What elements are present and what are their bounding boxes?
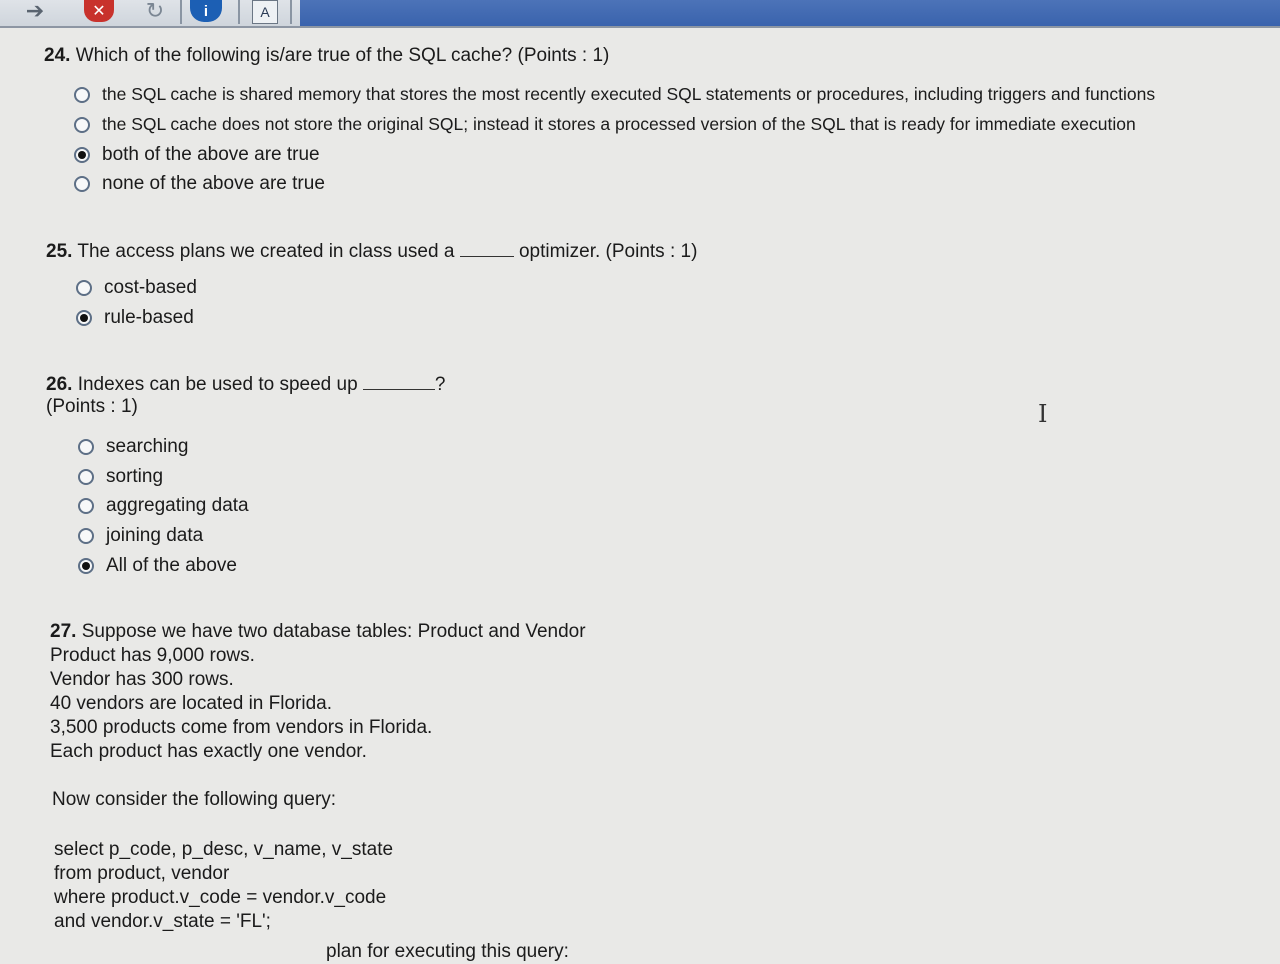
q26-option-1[interactable]: searching [78, 436, 188, 458]
browser-toolbar: ➔ ✕ ↻ i A [0, 0, 1280, 28]
option-label: joining data [106, 525, 204, 546]
option-label: rule-based [104, 307, 194, 328]
option-label: the SQL cache is shared memory that stor… [102, 84, 1156, 104]
toolbar-divider [238, 0, 240, 24]
question-prompt-end: optimizer. (Points : 1) [518, 241, 698, 262]
q24-option-1[interactable]: the SQL cache is shared memory that stor… [74, 84, 1155, 105]
question-line: Suppose we have two database tables: Pro… [81, 621, 586, 642]
option-label: aggregating data [106, 495, 249, 516]
sql-query-line: where product.v_code = vendor.v_code [54, 887, 387, 908]
option-label: cost-based [104, 277, 197, 298]
toolbar-divider [290, 0, 292, 24]
answer-blank [362, 371, 435, 390]
radio-button[interactable] [74, 116, 90, 133]
radio-button[interactable] [76, 280, 92, 296]
consider-query-text: Now consider the following query: [52, 789, 337, 810]
q25-option-1[interactable]: cost-based [76, 277, 197, 299]
question-line: Vendor has 300 rows. [50, 669, 234, 690]
question-number: 27. [50, 621, 77, 642]
radio-button[interactable] [74, 176, 90, 192]
question-number: 25. [46, 241, 73, 262]
question-prompt: Which of the following is/are true of th… [75, 45, 610, 66]
partially-visible-line: plan for executing this query: [326, 941, 569, 962]
question-26-points: (Points : 1) [46, 396, 138, 417]
option-label: none of the above are true [102, 173, 325, 194]
arrow-icon[interactable]: ➔ [0, 0, 70, 23]
option-label: All of the above [106, 555, 237, 576]
option-label: the SQL cache does not store the origina… [102, 114, 1136, 134]
q24-option-2[interactable]: the SQL cache does not store the origina… [74, 114, 1136, 135]
question-line: Product has 9,000 rows. [50, 645, 255, 666]
radio-button[interactable] [78, 528, 94, 544]
question-prompt-end: ? [434, 374, 446, 395]
radio-button-selected[interactable] [76, 310, 92, 326]
q26-option-5[interactable]: All of the above [78, 555, 237, 577]
option-label: sorting [106, 466, 164, 487]
question-line: Each product has exactly one vendor. [50, 741, 367, 762]
question-24-text: 24. Which of the following is/are true o… [44, 44, 609, 68]
radio-button[interactable] [78, 439, 94, 455]
q24-option-3[interactable]: both of the above are true [74, 144, 320, 166]
refresh-icon[interactable]: ↻ [138, 0, 172, 23]
info-icon[interactable]: i [190, 0, 222, 22]
radio-button[interactable] [74, 86, 90, 103]
answer-blank [459, 238, 514, 257]
question-line: 3,500 products come from vendors in Flor… [50, 717, 433, 738]
question-25-text: 25. The access plans we created in class… [46, 238, 697, 264]
question-prompt-start: Indexes can be used to speed up [77, 374, 358, 395]
radio-button-selected[interactable] [78, 558, 94, 574]
q25-option-2[interactable]: rule-based [76, 307, 194, 329]
option-label: searching [106, 436, 189, 457]
question-line: 40 vendors are located in Florida. [50, 693, 332, 714]
sql-query-line: select p_code, p_desc, v_name, v_state [54, 839, 394, 860]
q26-option-3[interactable]: aggregating data [78, 495, 249, 517]
font-a-button[interactable]: A [252, 0, 278, 24]
close-icon[interactable]: ✕ [84, 0, 114, 22]
question-number: 26. [46, 374, 73, 395]
question-number: 24. [44, 45, 71, 66]
question-27-text: 27. Suppose we have two database tables:… [50, 620, 586, 644]
sql-query-line: from product, vendor [54, 863, 230, 884]
question-26-text: 26. Indexes can be used to speed up ? [46, 371, 446, 397]
radio-button[interactable] [78, 469, 94, 485]
q24-option-4[interactable]: none of the above are true [74, 173, 325, 195]
q26-option-4[interactable]: joining data [78, 525, 203, 547]
q26-option-2[interactable]: sorting [78, 466, 163, 488]
sql-query-line: and vendor.v_state = 'FL'; [54, 911, 271, 932]
question-prompt-start: The access plans we created in class use… [77, 241, 455, 262]
radio-button[interactable] [78, 498, 94, 514]
toolbar-divider [180, 0, 182, 24]
toolbar-blue-band [300, 0, 1280, 26]
text-cursor-icon: I [1038, 400, 1048, 428]
radio-button-selected[interactable] [74, 147, 90, 163]
option-label: both of the above are true [102, 144, 320, 165]
